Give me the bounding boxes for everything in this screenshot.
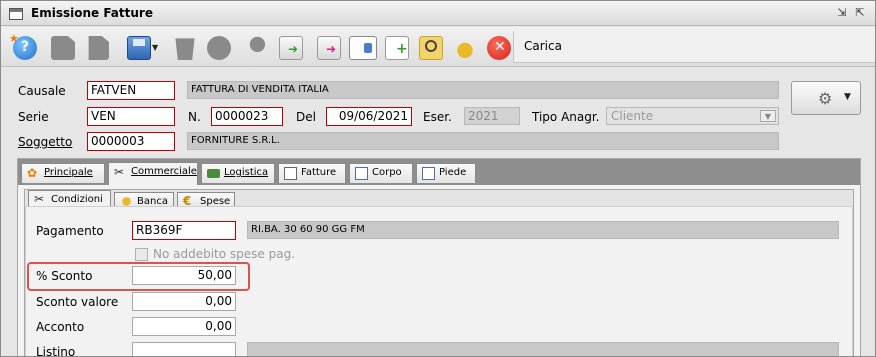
listino-description xyxy=(247,342,839,356)
listino-field[interactable] xyxy=(132,342,236,356)
window-icon xyxy=(422,167,435,180)
save-icon[interactable] xyxy=(127,36,151,60)
minimize-icon[interactable]: ⇲ xyxy=(835,6,849,20)
chevron-down-icon: ▼ xyxy=(844,92,851,102)
no-addebito-checkbox[interactable] xyxy=(135,248,148,261)
listino-label: Listino xyxy=(36,345,76,357)
new-doc-icon[interactable] xyxy=(51,36,75,60)
acconto-label: Acconto xyxy=(36,320,85,334)
tab-fatture[interactable]: Fatture xyxy=(278,163,346,183)
no-addebito-label: No addebito spese pag. xyxy=(153,247,296,261)
tab-label: Commerciale xyxy=(131,166,197,177)
invoice-window: Emissione Fatture ⇲ ⇱ ? ★ ▼ ➜ ➜ + ✕ Cari… xyxy=(0,0,876,357)
sconto-valore-field[interactable]: 0,00 xyxy=(132,292,236,311)
coins-icon[interactable] xyxy=(453,36,477,60)
pagamento-description: RI.BA. 30 60 90 GG FM xyxy=(247,221,839,239)
tab-commerciale[interactable]: ✂ Commerciale xyxy=(108,162,198,185)
tools-icon: ✂ xyxy=(114,165,125,179)
tab-label: Principale xyxy=(44,167,93,178)
window-title: Emissione Fatture xyxy=(31,6,153,20)
truck-icon xyxy=(207,169,220,178)
eser-field: 2021 xyxy=(464,107,520,125)
document-icon xyxy=(284,167,297,180)
causale-label: Causale xyxy=(18,84,66,98)
pagamento-label: Pagamento xyxy=(36,224,104,238)
pin-icon[interactable] xyxy=(243,36,267,60)
settings-button[interactable]: ⚙ ▼ xyxy=(791,81,861,115)
sconto-valore-label: Sconto valore xyxy=(36,295,119,309)
maximize-icon[interactable]: ⇱ xyxy=(853,6,867,20)
flower-icon: ✿ xyxy=(27,166,38,180)
status-area: Carica xyxy=(513,31,875,63)
window-icon xyxy=(355,167,368,180)
tab-label: Logistica xyxy=(224,167,269,178)
tab-label: Piede xyxy=(439,167,467,178)
serie-code-field[interactable]: VEN xyxy=(87,107,175,126)
soggetto-description: FORNITURE S.R.L. xyxy=(187,132,779,150)
del-date-field[interactable]: 09/06/2021 xyxy=(326,107,412,126)
window-icon xyxy=(9,8,23,20)
tab-label: Corpo xyxy=(372,167,402,178)
pagamento-code-field[interactable]: RB369F xyxy=(132,221,236,240)
del-label: Del xyxy=(296,110,316,124)
card-icon[interactable] xyxy=(349,36,377,60)
title-bar: Emissione Fatture ⇲ ⇱ xyxy=(1,1,875,26)
tipo-anagr-select[interactable]: Cliente ▼ xyxy=(606,107,779,125)
export-icon[interactable]: ➜ xyxy=(279,36,303,60)
causale-code-field[interactable]: FATVEN xyxy=(87,81,175,100)
numero-label: N. xyxy=(188,110,201,124)
find-doc-icon[interactable] xyxy=(419,36,443,60)
sconto-percent-label: % Sconto xyxy=(36,269,93,283)
add-doc-icon[interactable]: + xyxy=(385,36,409,60)
import-icon[interactable]: ➜ xyxy=(317,36,341,60)
chevron-down-icon: ▼ xyxy=(760,110,776,122)
tab-piede[interactable]: Piede xyxy=(416,163,476,183)
search-icon[interactable] xyxy=(207,36,231,60)
tools-icon: ✂ xyxy=(34,192,45,206)
numero-field[interactable]: 0000023 xyxy=(211,107,283,126)
close-icon[interactable]: ✕ xyxy=(487,36,511,60)
serie-label: Serie xyxy=(18,110,49,124)
delete-icon[interactable] xyxy=(175,38,195,60)
gear-icon: ⚙ xyxy=(818,89,833,108)
copy-doc-icon[interactable] xyxy=(88,36,109,60)
tab-principale[interactable]: ✿ Principale xyxy=(21,163,105,183)
eser-label: Eser. xyxy=(423,110,452,124)
tab-corpo[interactable]: Corpo xyxy=(349,163,413,183)
acconto-field[interactable]: 0,00 xyxy=(132,317,236,336)
sconto-percent-field[interactable]: 50,00 xyxy=(132,266,236,285)
help-icon[interactable]: ? ★ xyxy=(9,32,37,60)
tab-logistica[interactable]: Logistica xyxy=(201,163,275,183)
tab-label: Condizioni xyxy=(51,194,103,205)
save-dropdown-icon[interactable]: ▼ xyxy=(152,36,162,60)
tipo-anagr-label: Tipo Anagr. xyxy=(532,110,600,124)
soggetto-code-field[interactable]: 0000003 xyxy=(87,132,175,151)
causale-description: FATTURA DI VENDITA ITALIA xyxy=(187,81,779,99)
tipo-anagr-value: Cliente xyxy=(611,109,654,123)
tab-label: Fatture xyxy=(301,167,337,178)
soggetto-label: Soggetto xyxy=(18,135,73,149)
